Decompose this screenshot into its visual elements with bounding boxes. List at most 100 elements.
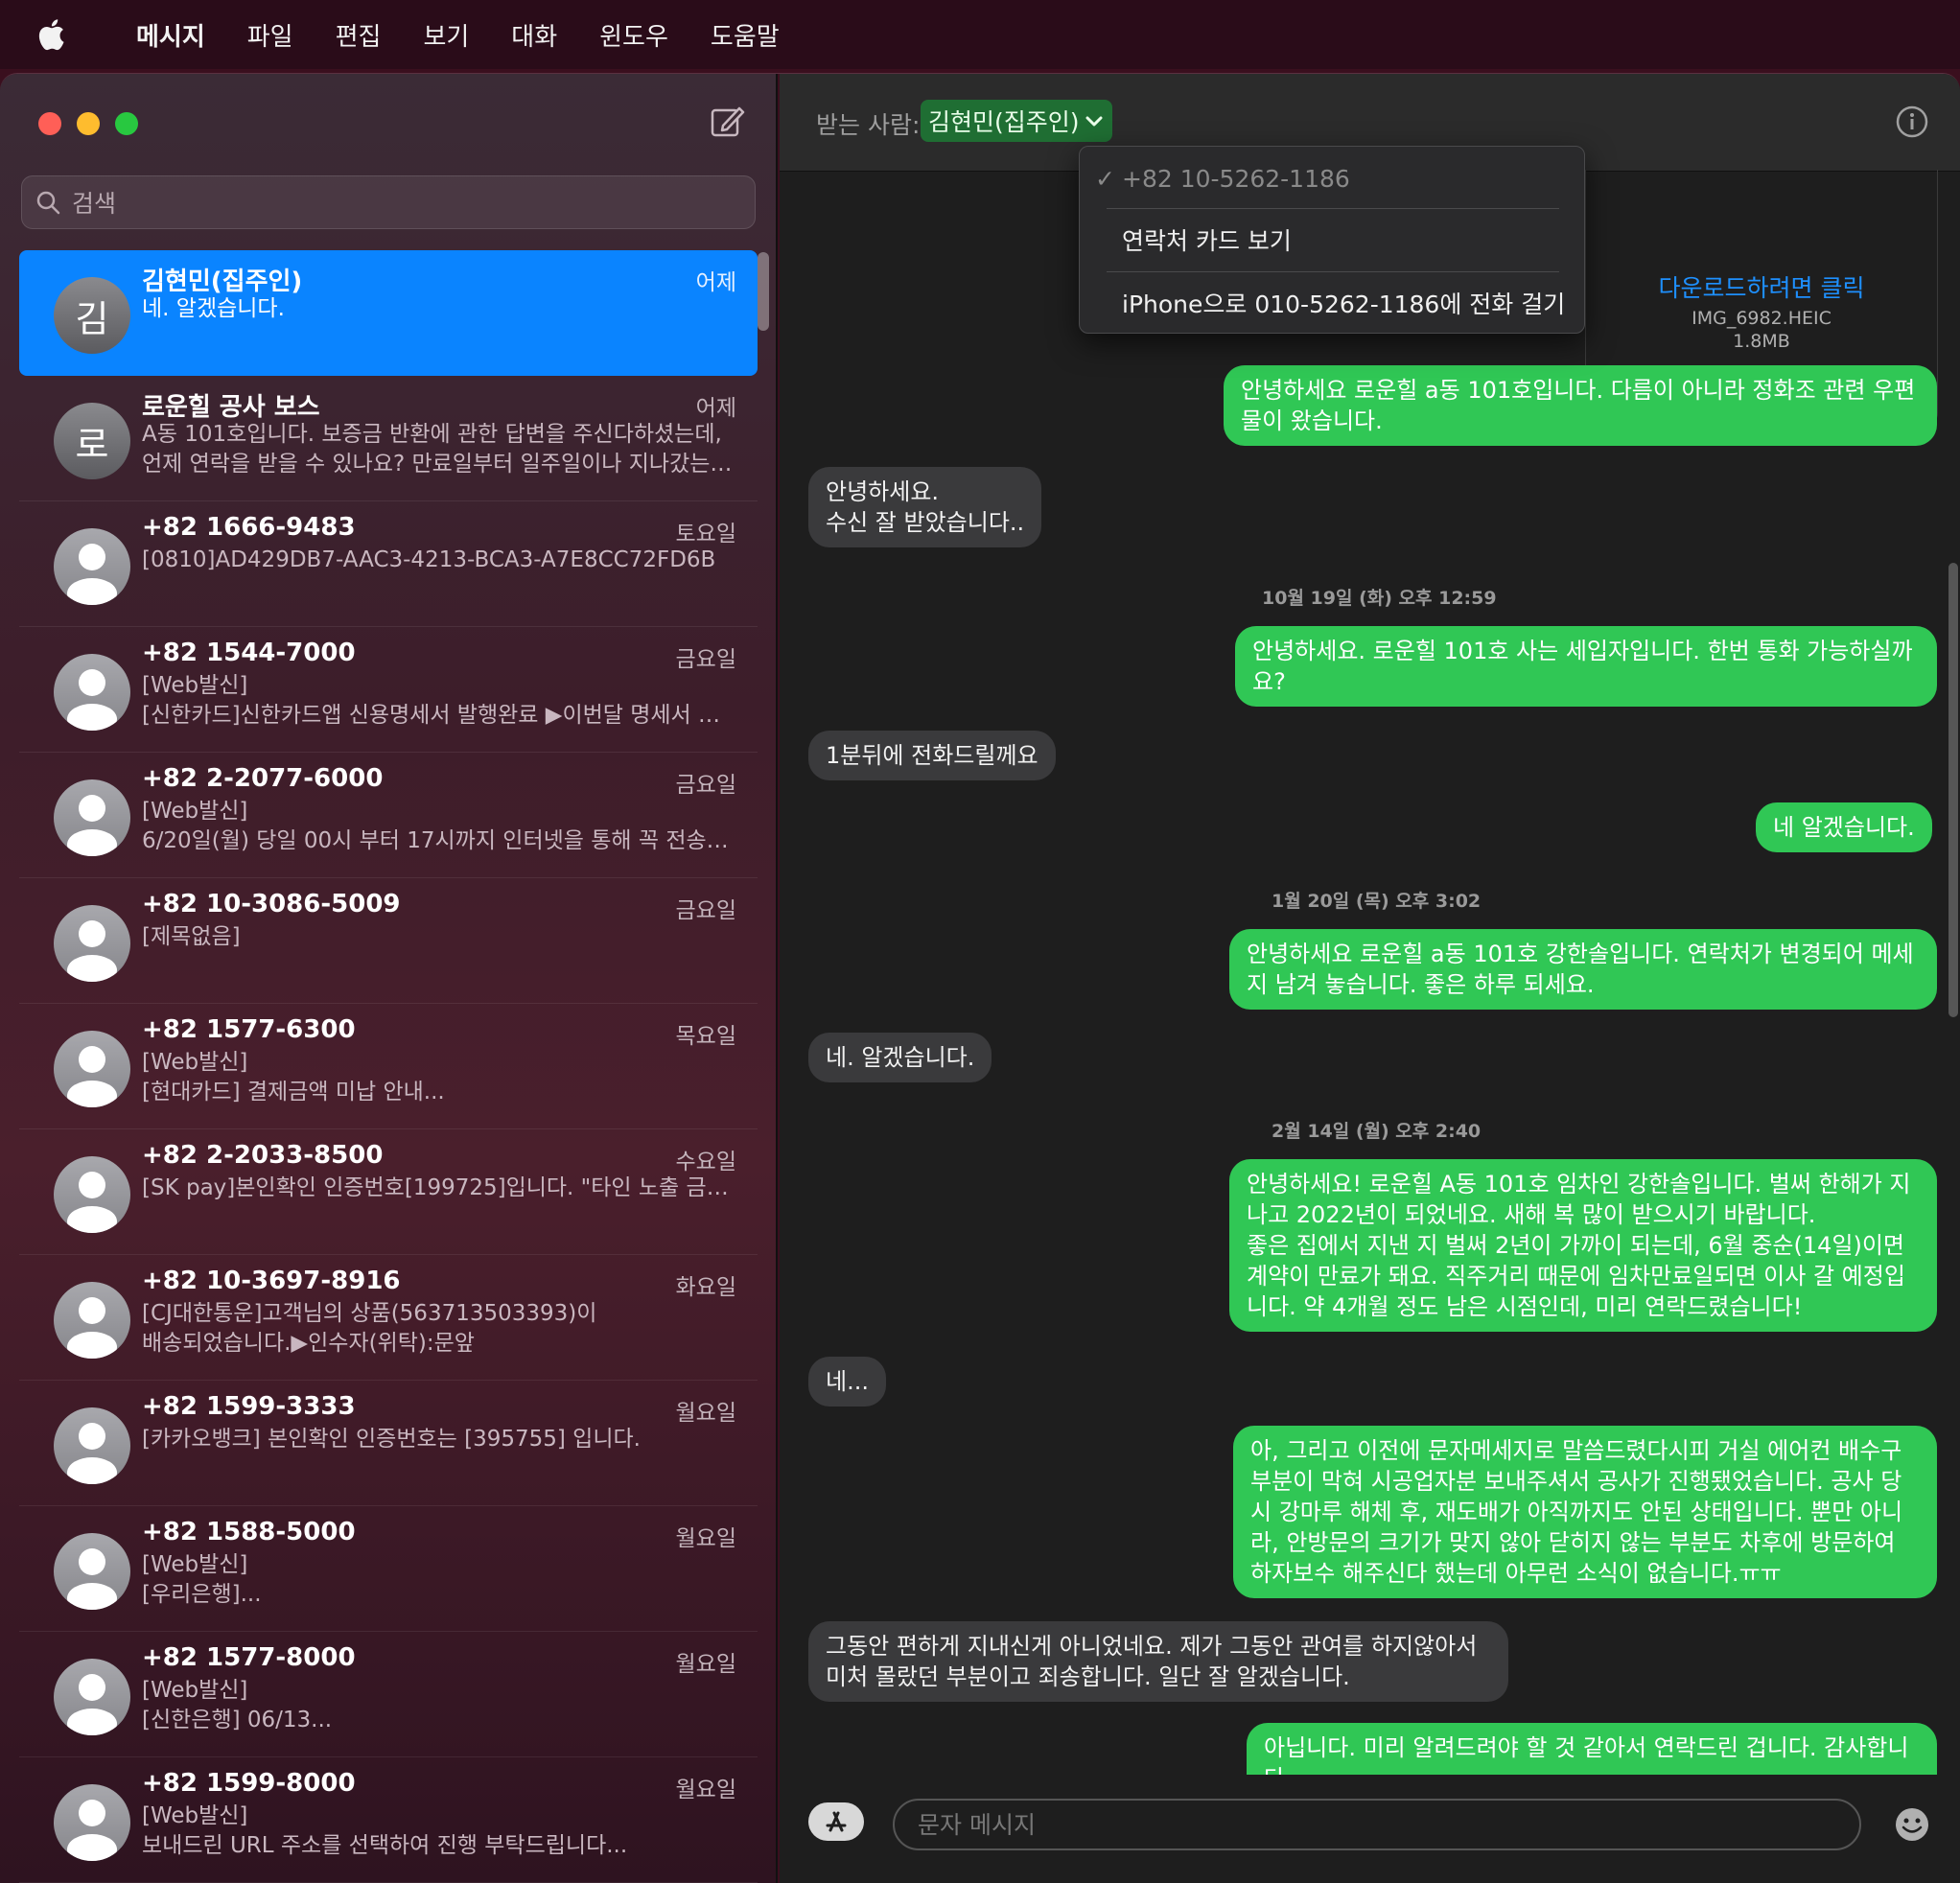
conversation-date: 월요일 xyxy=(675,1401,736,1426)
conversation-date: 화요일 xyxy=(675,1275,736,1300)
incoming-message[interactable]: 네... xyxy=(808,1357,886,1406)
conversation-preview: [Web발신] 보내드린 URL 주소를 선택하여 진행 부탁드립니다... xyxy=(142,1803,628,1858)
recipient-button[interactable]: 김현민(집주인) xyxy=(921,100,1112,142)
conversation-item[interactable]: +82 1599-3333 월요일 [카카오뱅크] 본인확인 인증번호는 [39… xyxy=(19,1381,758,1506)
conversation-date: 월요일 xyxy=(675,1652,736,1677)
outgoing-message[interactable]: 안녕하세요 로운힐 a동 101호입니다. 다름이 아니라 정화조 관련 우편 … xyxy=(1224,365,1937,446)
attachment-filename: IMG_6982.HEIC xyxy=(1692,308,1832,329)
conversation-name: +82 1599-3333 xyxy=(142,1392,356,1421)
avatar: 김 xyxy=(54,277,130,354)
close-window-button[interactable] xyxy=(38,112,61,135)
conversation-item[interactable]: +82 10-3086-5009 금요일 [제목없음] xyxy=(19,878,758,1004)
menu-help[interactable]: 도움말 xyxy=(711,17,780,53)
minimize-window-button[interactable] xyxy=(77,112,100,135)
conversation-name: 로운힐 공사 보스 xyxy=(142,393,320,422)
conversation-item[interactable]: +82 1588-5000 월요일 [Web발신] [우리은행]... xyxy=(19,1506,758,1632)
apple-menu-icon[interactable] xyxy=(36,18,75,51)
zoom-window-button[interactable] xyxy=(115,112,138,135)
compose-icon[interactable] xyxy=(708,103,746,141)
menu-window[interactable]: 윈도우 xyxy=(599,17,668,53)
conversation-name: +82 10-3697-8916 xyxy=(142,1267,401,1295)
person-icon xyxy=(54,1659,130,1735)
search-placeholder: 검색 xyxy=(72,190,117,218)
conversation-date: 목요일 xyxy=(675,1024,736,1049)
conversation-date: 금요일 xyxy=(675,647,736,672)
person-icon xyxy=(54,905,130,982)
to-label: 받는 사람: xyxy=(816,111,921,139)
conversation-item[interactable]: +82 2-2033-8500 수요일 [SK pay]본인확인 인증번호[19… xyxy=(19,1129,758,1255)
outgoing-message[interactable]: 아닙니다. 미리 알려드려야 할 것 같아서 연락드린 겁니다. 감사합니 다. xyxy=(1247,1723,1937,1775)
outgoing-message[interactable]: 안녕하세요. 로운힐 101호 사는 세입자입니다. 한번 통화 가능하실까 요… xyxy=(1235,626,1937,707)
conversation-preview: [Web발신] [신한은행] 06/13... xyxy=(142,1678,333,1732)
conversation-name: +82 1544-7000 xyxy=(142,639,356,667)
conversation-item[interactable]: +82 10-3697-8916 화요일 [CJ대한통운]고객님의 상품(563… xyxy=(19,1255,758,1381)
conversation-date: 금요일 xyxy=(675,898,736,923)
incoming-message[interactable]: 네. 알겠습니다. xyxy=(808,1033,992,1082)
conversation-name: +82 1577-6300 xyxy=(142,1015,356,1044)
conversation-date: 토요일 xyxy=(675,522,736,546)
message-input[interactable] xyxy=(893,1799,1861,1850)
menu-view[interactable]: 보기 xyxy=(423,17,469,53)
conversation-date: 금요일 xyxy=(675,773,736,798)
message-composer xyxy=(780,1776,1960,1883)
sidebar: 검색 김 김현민(집주인) 어제 네. 알겠습니다. 로 로운힐 공사 보스 어… xyxy=(0,74,778,1883)
conversation-item[interactable]: +82 1544-7000 금요일 [Web발신] [신한카드]신한카드앱 신용명… xyxy=(19,627,758,753)
person-icon xyxy=(54,1031,130,1107)
menu-messages[interactable]: 메시지 xyxy=(136,17,205,53)
menu-conversation[interactable]: 대화 xyxy=(511,17,557,53)
conversation-name: +82 1666-9483 xyxy=(142,513,356,542)
conversation-name: +82 1588-5000 xyxy=(142,1518,356,1546)
incoming-message[interactable]: 1분뒤에 전화드릴께요 xyxy=(808,731,1056,780)
conversation-pane: 받는 사람: 김현민(집주인) 다운로드하려면 클릭 IMG_6982.HEIC… xyxy=(780,74,1960,1883)
conversation-item[interactable]: 로 로운힐 공사 보스 어제 A동 101호입니다. 보증금 반환에 관한 답변… xyxy=(19,376,758,501)
person-icon xyxy=(54,1533,130,1610)
menu-file[interactable]: 파일 xyxy=(247,17,293,53)
message-timestamp: 10월 19일 (화) 오후 12:59 xyxy=(1262,588,1497,609)
conversation-scrollbar[interactable] xyxy=(1948,563,1958,1017)
info-icon[interactable] xyxy=(1895,105,1929,139)
call-with-iphone-item[interactable]: iPhone으로 010-5262-1186에 전화 걸기 xyxy=(1080,273,1586,333)
avatar: 로 xyxy=(54,403,130,479)
conversation-name: +82 2-2033-8500 xyxy=(142,1141,384,1170)
menu-separator xyxy=(1107,271,1559,272)
search-icon xyxy=(36,191,60,215)
conversation-date: 어제 xyxy=(695,396,736,421)
conversation-preview: [Web발신] 6/20일(월) 당일 00시 부터 17시까지 인터넷을 통해 … xyxy=(142,799,736,853)
person-icon xyxy=(54,779,130,856)
person-icon xyxy=(54,654,130,731)
emoji-icon[interactable] xyxy=(1892,1804,1932,1845)
app-store-icon[interactable] xyxy=(808,1802,864,1841)
person-icon xyxy=(54,1784,130,1861)
outgoing-message[interactable]: 안녕하세요 로운힐 a동 101호 강한솔입니다. 연락처가 변경되어 메세 지… xyxy=(1229,929,1937,1010)
search-field[interactable]: 검색 xyxy=(21,175,756,229)
chevron-down-icon xyxy=(1085,116,1103,127)
conversation-preview: [0810]AD429DB7-AAC3-4213-BCA3-A7E8CC72FD… xyxy=(142,547,716,572)
conversation-item[interactable]: +82 1577-6300 목요일 [Web발신] [현대카드] 결제금액 미납 … xyxy=(19,1004,758,1129)
conversation-preview: A동 101호입니다. 보증금 반환에 관한 답변을 주신다하셨는데, 언제 연락… xyxy=(142,422,736,477)
outgoing-message[interactable]: 안녕하세요! 로운힐 A동 101호 임차인 강한솔입니다. 벌써 한해가 지 … xyxy=(1229,1159,1937,1332)
person-icon xyxy=(54,1282,130,1359)
conversation-item[interactable]: +82 1599-8000 월요일 [Web발신] 보내드린 URL 주소를 선택… xyxy=(19,1757,758,1883)
conversation-item[interactable]: 김 김현민(집주인) 어제 네. 알겠습니다. xyxy=(19,250,758,376)
conversation-name: +82 1599-8000 xyxy=(142,1769,356,1798)
download-link[interactable]: 다운로드하려면 클릭 xyxy=(1586,269,1937,304)
messages-window: 검색 김 김현민(집주인) 어제 네. 알겠습니다. 로 로운힐 공사 보스 어… xyxy=(0,73,1960,1883)
person-icon xyxy=(54,1407,130,1484)
incoming-message[interactable]: 그동안 편하게 지내신게 아니었네요. 제가 그동안 관여를 하지않아서 미처 … xyxy=(808,1621,1508,1702)
menu-edit[interactable]: 편집 xyxy=(336,17,382,53)
conversation-item[interactable]: +82 1666-9483 토요일 [0810]AD429DB7-AAC3-42… xyxy=(19,501,758,627)
conversation-preview: [SK pay]본인확인 인증번호[199725]입니다. "타인 노출 금지" xyxy=(142,1175,736,1200)
view-contact-card-item[interactable]: 연락처 카드 보기 xyxy=(1080,210,1586,269)
conversation-preview: [CJ대한통운]고객님의 상품(563713503393)이 배송되었습니다.▶인… xyxy=(142,1301,597,1356)
outgoing-message[interactable]: 네 알겠습니다. xyxy=(1756,802,1932,852)
outgoing-message[interactable]: 아, 그리고 이전에 문자메세지로 말씀드렸다시피 거실 에어컨 배수구 부분이… xyxy=(1233,1426,1937,1598)
conversation-date: 수요일 xyxy=(675,1150,736,1174)
menu-separator xyxy=(1107,208,1559,209)
checkmark-icon: ✓ xyxy=(1095,164,1115,193)
conversation-item[interactable]: +82 1577-8000 월요일 [Web발신] [신한은행] 06/13... xyxy=(19,1632,758,1757)
conversation-preview: [제목없음] xyxy=(142,924,241,949)
incoming-message[interactable]: 안녕하세요. 수신 잘 받았습니다.. xyxy=(808,467,1042,547)
sidebar-scrollbar[interactable] xyxy=(758,252,769,331)
conversation-item[interactable]: +82 2-2077-6000 금요일 [Web발신] 6/20일(월) 당일 0… xyxy=(19,753,758,878)
conversation-name: 김현민(집주인) xyxy=(142,267,303,296)
